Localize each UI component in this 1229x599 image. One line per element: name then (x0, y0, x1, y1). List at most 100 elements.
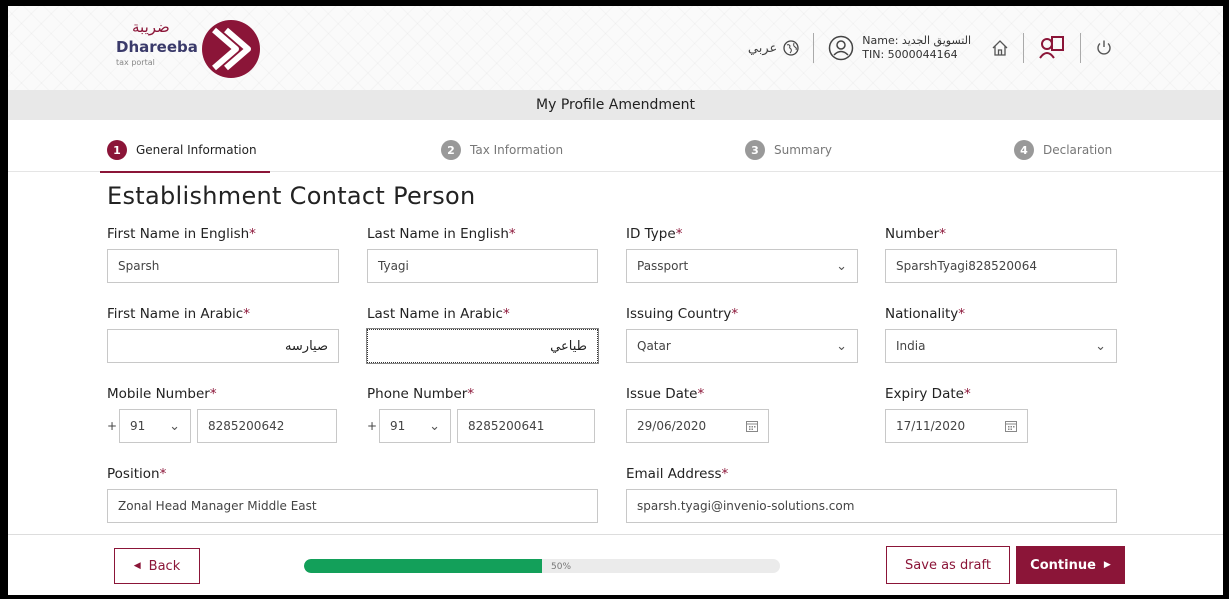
field-label: Expiry Date* (885, 386, 971, 402)
dhareeba-logo[interactable]: ضريبة Dhareeba tax portal (108, 18, 268, 80)
caret-right-icon: ▶ (1103, 560, 1111, 570)
globe-icon (783, 40, 799, 56)
section-title: Establishment Contact Person (107, 182, 476, 210)
step-number: 4 (1014, 140, 1034, 160)
continue-button[interactable]: Continue ▶ (1016, 546, 1125, 584)
nationality-select[interactable]: India ⌄ (885, 329, 1117, 363)
select-value: 91 (390, 419, 406, 433)
power-icon (1097, 40, 1111, 55)
wizard-steps: 1 General Information 2 Tax Information … (8, 120, 1223, 173)
phone-number-group: + 91 ⌄ 8285200641 (367, 409, 598, 443)
last-name-en-input[interactable]: Tyagi (367, 249, 598, 283)
step-declaration[interactable]: 4 Declaration (1014, 140, 1112, 160)
active-step-indicator (100, 171, 270, 173)
select-value: India (896, 339, 926, 353)
field-label: Number* (885, 226, 946, 242)
language-switch[interactable]: عربي (748, 40, 799, 56)
home-button[interactable] (991, 39, 1009, 57)
user-tin: TIN: 5000044164 (862, 48, 958, 61)
expiry-date-field: Expiry Date* 17/11/2020 (885, 386, 1028, 443)
field-label: Nationality* (885, 306, 966, 322)
mobile-number-group: + 91 ⌄ 8285200642 (107, 409, 339, 443)
mobile-number-input[interactable]: 8285200642 (197, 409, 337, 443)
header-divider (1023, 33, 1024, 63)
field-label: ID Type* (626, 226, 683, 242)
step-number: 2 (441, 140, 461, 160)
logout-button[interactable] (1095, 39, 1113, 57)
date-value: 29/06/2020 (637, 419, 707, 433)
id-number-input[interactable]: SparshTyagi828520064 (885, 249, 1117, 283)
step-summary[interactable]: 3 Summary (745, 140, 832, 160)
calendar-icon[interactable] (1005, 420, 1017, 432)
caret-left-icon: ◀ (133, 561, 141, 571)
email-field: Email Address* sparsh.tyagi@invenio-solu… (626, 466, 1117, 523)
field-label: Mobile Number* (107, 386, 217, 402)
date-value: 17/11/2020 (896, 419, 966, 433)
last-name-en-field: Last Name in English* Tyagi (367, 226, 598, 283)
switch-profile-icon (1039, 36, 1064, 59)
nationality-field: Nationality* India ⌄ (885, 306, 1117, 363)
field-label: First Name in Arabic* (107, 306, 250, 322)
progress-bar (304, 559, 780, 573)
email-input[interactable]: sparsh.tyagi@invenio-solutions.com (626, 489, 1117, 523)
step-label: Declaration (1043, 143, 1113, 157)
user-name: Name: التسويق الجديد (862, 34, 971, 47)
issuing-country-select[interactable]: Qatar ⌄ (626, 329, 858, 363)
select-value: 91 (130, 419, 146, 433)
chevron-down-icon: ⌄ (836, 338, 847, 354)
field-label: Last Name in Arabic* (367, 306, 510, 322)
logo-chevron-icon (202, 20, 260, 78)
position-input[interactable]: Zonal Head Manager Middle East (107, 489, 598, 523)
step-tax-information[interactable]: 2 Tax Information (441, 140, 563, 160)
mobile-number-field: Mobile Number* + 91 ⌄ 8285200642 (107, 386, 339, 443)
first-name-en-field: First Name in English* Sparsh (107, 226, 339, 283)
field-label: Issuing Country* (626, 306, 739, 322)
id-number-field: Number* SparshTyagi828520064 (885, 226, 1117, 283)
continue-label: Continue (1030, 557, 1096, 573)
id-type-select[interactable]: Passport ⌄ (626, 249, 858, 283)
field-label: Last Name in English* (367, 226, 516, 242)
app-frame: ضريبة Dhareeba tax portal عربي Name: الت… (8, 6, 1223, 595)
plus-sign: + (367, 419, 378, 433)
user-avatar-icon (829, 35, 854, 61)
home-icon (992, 40, 1008, 56)
last-name-ar-input[interactable]: طياعي (366, 328, 599, 364)
step-label: General Information (136, 143, 257, 157)
logo-arabic-text: ضريبة (132, 18, 170, 36)
phone-number-field: Phone Number* + 91 ⌄ 8285200641 (367, 386, 598, 443)
step-general-information[interactable]: 1 General Information (107, 140, 257, 160)
select-value: Passport (637, 259, 689, 273)
back-button[interactable]: ◀ Back (114, 548, 200, 584)
header-actions: عربي Name: التسويق الجديد TIN: 500004416… (748, 28, 1113, 68)
progress-fill (304, 559, 542, 573)
first-name-ar-input[interactable]: صيارسه (107, 329, 339, 363)
issue-date-field: Issue Date* 29/06/2020 (626, 386, 769, 443)
phone-number-input[interactable]: 8285200641 (457, 409, 595, 443)
language-label: عربي (747, 40, 778, 56)
chevron-down-icon: ⌄ (836, 258, 847, 274)
field-label: Email Address* (626, 466, 729, 482)
step-number: 3 (745, 140, 765, 160)
position-field: Position* Zonal Head Manager Middle East (107, 466, 598, 523)
expiry-date-input[interactable]: 17/11/2020 (885, 409, 1028, 443)
mobile-country-code-select[interactable]: 91 ⌄ (119, 409, 191, 443)
footer-actions: ◀ Back 50% Save as draft Continue ▶ (8, 534, 1223, 595)
step-label: Summary (774, 143, 832, 157)
first-name-ar-field: First Name in Arabic* صيارسه (107, 306, 339, 363)
step-number: 1 (107, 140, 127, 160)
step-label: Tax Information (470, 143, 564, 157)
field-label: Position* (107, 466, 167, 482)
field-label: Phone Number* (367, 386, 475, 402)
chevron-down-icon: ⌄ (169, 418, 180, 434)
save-as-draft-button[interactable]: Save as draft (886, 546, 1010, 584)
back-label: Back (148, 558, 181, 574)
phone-country-code-select[interactable]: 91 ⌄ (379, 409, 451, 443)
user-details: Name: التسويق الجديد TIN: 5000044164 (862, 34, 971, 62)
calendar-icon[interactable] (746, 420, 758, 432)
header: ضريبة Dhareeba tax portal عربي Name: الت… (8, 6, 1223, 90)
issue-date-input[interactable]: 29/06/2020 (626, 409, 769, 443)
first-name-en-input[interactable]: Sparsh (107, 249, 339, 283)
switch-profile-button[interactable] (1038, 34, 1066, 62)
user-info[interactable]: Name: التسويق الجديد TIN: 5000044164 (828, 34, 971, 62)
chevron-down-icon: ⌄ (429, 418, 440, 434)
